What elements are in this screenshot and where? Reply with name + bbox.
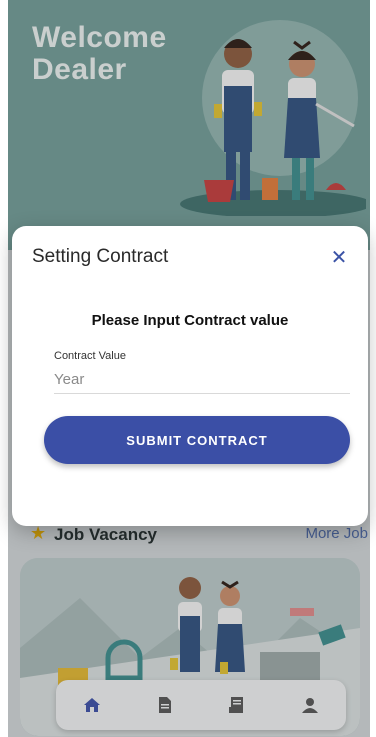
dialog-prompt: Please Input Contract value [91,312,289,329]
setting-contract-dialog: Setting Contract ✕ Please Input Contract… [12,226,368,526]
submit-contract-button[interactable]: SUBMIT CONTRACT [44,416,350,464]
contract-value-label: Contract Value [54,350,126,362]
contract-value-input[interactable] [54,366,350,394]
close-icon[interactable]: ✕ [326,244,352,270]
dialog-title: Setting Contract [32,246,169,267]
